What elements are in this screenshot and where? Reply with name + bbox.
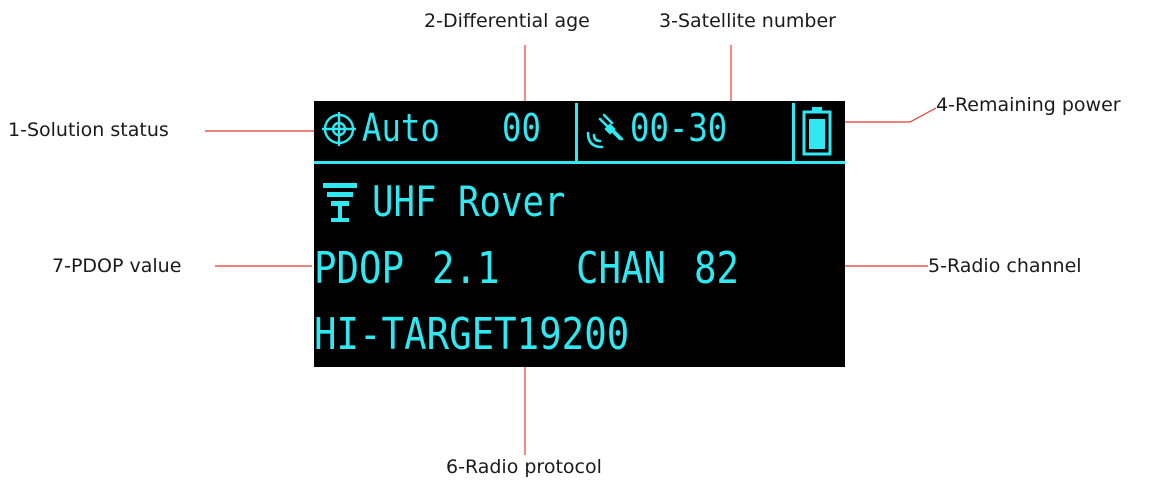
chan-value: 82 [694,243,740,294]
chan-label: CHAN [576,243,667,294]
differential-age-value: 00 [502,106,541,150]
callout-radio-protocol: 6-Radio protocol [446,456,602,478]
radio-antenna-icon [323,183,357,222]
pdop-label: PDOP [314,243,405,294]
radio-protocol-value: HI-TARGET19200 [314,309,630,360]
receiver-display: Auto 00 00-30 UHF Rover PDOP 2.1 CHAN 82… [314,101,845,367]
callout-differential-age: 2-Differential age [424,10,590,32]
solution-mode: Auto [362,106,440,150]
satellite-icon [586,113,624,149]
callout-remaining-power: 4-Remaining power [936,94,1121,116]
status-divider [575,103,578,161]
callout-satellite-number: 3-Satellite number [659,10,836,32]
crosshair-target-icon [322,112,356,146]
battery-icon [802,107,832,156]
pdop-value: 2.1 [432,243,500,294]
satellite-count-value: 00-30 [630,106,728,150]
status-divider [792,103,795,161]
mode-line: UHF Rover [372,177,566,226]
callout-radio-channel: 5-Radio channel [928,255,1082,277]
callout-pdop-value: 7-PDOP value [52,255,182,277]
status-bar-underline [314,161,845,164]
callout-solution-status: 1-Solution status [8,119,169,141]
